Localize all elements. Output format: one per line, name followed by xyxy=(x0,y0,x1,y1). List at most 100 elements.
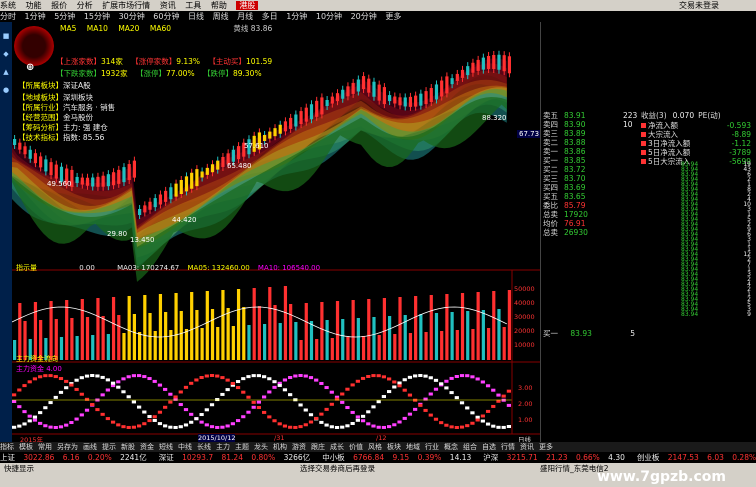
bottom-tab[interactable]: 组合 xyxy=(463,443,477,451)
candle-body[interactable] xyxy=(382,87,386,105)
candle-body[interactable] xyxy=(393,96,397,104)
candle-body[interactable] xyxy=(497,54,501,70)
menu-item-function[interactable]: 功能 xyxy=(26,1,42,10)
bottom-tab[interactable]: 长线 xyxy=(197,443,211,451)
candle-body[interactable] xyxy=(195,169,199,187)
candle-body[interactable] xyxy=(96,176,100,187)
status-mid[interactable]: 选择交易券商后再登录 xyxy=(300,465,375,473)
candle-body[interactable] xyxy=(33,153,38,164)
bottom-tab[interactable]: 短线 xyxy=(159,443,173,451)
candle-body[interactable] xyxy=(23,146,27,155)
candle-body[interactable] xyxy=(148,201,152,210)
candle-body[interactable] xyxy=(434,84,439,100)
period-tab[interactable]: 多日 xyxy=(262,12,278,21)
candle-body[interactable] xyxy=(289,117,293,129)
candle-body[interactable] xyxy=(471,62,475,73)
menu-item-quote[interactable]: 报价 xyxy=(51,1,67,10)
candle-body[interactable] xyxy=(101,175,105,187)
period-tab[interactable]: 20分钟 xyxy=(351,12,377,21)
menu-item-news[interactable]: 资讯 xyxy=(160,1,176,10)
candle-body[interactable] xyxy=(111,172,116,186)
candle-body[interactable] xyxy=(455,73,459,81)
candle-body[interactable] xyxy=(356,79,360,92)
candle-body[interactable] xyxy=(221,157,225,167)
candle-body[interactable] xyxy=(481,57,485,70)
bottom-tab[interactable]: 风格 xyxy=(368,443,382,451)
candle-body[interactable] xyxy=(138,209,142,215)
order-book-row[interactable]: 卖一 83.86 xyxy=(543,148,585,156)
bottom-tab[interactable]: 行情 xyxy=(501,443,515,451)
bottom-tab[interactable]: 画线 xyxy=(83,443,97,451)
candle-body[interactable] xyxy=(440,80,444,97)
candle-body[interactable] xyxy=(117,169,121,184)
candle-body[interactable] xyxy=(466,66,470,76)
order-book-row[interactable]: 买三 83.70 xyxy=(543,175,585,183)
candle-body[interactable] xyxy=(299,111,303,125)
candle-body[interactable] xyxy=(236,146,241,160)
candle-body[interactable] xyxy=(184,176,189,192)
candle-body[interactable] xyxy=(294,114,298,127)
candle-body[interactable] xyxy=(44,159,48,172)
strip-icon[interactable]: ◆ xyxy=(0,50,12,58)
candle-body[interactable] xyxy=(28,149,32,159)
candle-body[interactable] xyxy=(408,96,413,107)
bottom-tab[interactable]: 板块 xyxy=(387,443,401,451)
strip-icon[interactable]: ● xyxy=(0,86,12,94)
period-tab[interactable]: 60分钟 xyxy=(153,12,179,21)
candle-body[interactable] xyxy=(263,135,267,141)
menu-item-analysis[interactable]: 分析 xyxy=(77,1,93,10)
order-book-row[interactable]: 买一 83.85 xyxy=(543,157,585,165)
candle-body[interactable] xyxy=(320,97,324,115)
period-tab[interactable]: 5分钟 xyxy=(54,12,75,21)
candle-body[interactable] xyxy=(127,164,131,181)
bottom-tab[interactable]: 更多 xyxy=(539,443,553,451)
bottom-tab[interactable]: 机构 xyxy=(273,443,287,451)
bottom-tab[interactable]: 主力 xyxy=(216,443,230,451)
candle-body[interactable] xyxy=(351,82,355,94)
bottom-tab[interactable]: 另存为 xyxy=(57,443,78,451)
period-tab[interactable]: 周线 xyxy=(213,12,229,21)
bottom-tab[interactable]: 提示 xyxy=(102,443,116,451)
candle-body[interactable] xyxy=(75,176,79,183)
candle-body[interactable] xyxy=(476,59,480,71)
candle-body[interactable] xyxy=(210,164,215,173)
order-book-row[interactable]: 买二 83.72 xyxy=(543,166,585,174)
status-left[interactable]: 快捷显示 xyxy=(4,465,34,473)
candle-body[interactable] xyxy=(309,104,314,120)
candle-body[interactable] xyxy=(361,76,366,90)
candle-body[interactable] xyxy=(372,81,376,97)
candle-body[interactable] xyxy=(190,172,194,189)
period-tab[interactable]: 30分钟 xyxy=(119,12,145,21)
candle-body[interactable] xyxy=(158,194,163,205)
index-item[interactable]: 中小板 6766.84 9.15 0.39% 14.13 xyxy=(322,453,477,462)
candle-body[interactable] xyxy=(450,78,454,85)
index-item[interactable]: 上证 3022.86 6.16 0.20% 2241亿 xyxy=(0,453,153,462)
candle-body[interactable] xyxy=(80,177,84,185)
order-book-row[interactable]: 买四 83.69 xyxy=(543,184,585,192)
candle-body[interactable] xyxy=(445,76,449,94)
candle-body[interactable] xyxy=(414,95,418,107)
period-tab[interactable]: 日线 xyxy=(188,12,204,21)
menu-item-tools[interactable]: 工具 xyxy=(185,1,201,10)
strip-icon[interactable]: ■ xyxy=(0,32,12,40)
candle-body[interactable] xyxy=(419,93,423,106)
order-book-row[interactable]: 买五 83.65 xyxy=(543,193,585,201)
trade-login-status[interactable]: 交易未登录 xyxy=(679,0,719,11)
candle-body[interactable] xyxy=(106,174,110,187)
order-book-row[interactable]: 卖二 83.88 xyxy=(543,139,585,147)
candle-body[interactable] xyxy=(49,162,53,176)
candle-body[interactable] xyxy=(507,56,511,74)
bottom-tab[interactable]: 主题 xyxy=(235,443,249,451)
candle-body[interactable] xyxy=(268,131,272,139)
candle-body[interactable] xyxy=(231,149,235,162)
bottom-tab[interactable]: 地域 xyxy=(406,443,420,451)
period-tab[interactable]: 15分钟 xyxy=(84,12,110,21)
bottom-tab[interactable]: 价值 xyxy=(349,443,363,451)
bottom-tab[interactable]: 新股 xyxy=(121,443,135,451)
candle-body[interactable] xyxy=(39,156,43,168)
candle-body[interactable] xyxy=(486,55,491,69)
candle-body[interactable] xyxy=(460,69,465,78)
candle-body[interactable] xyxy=(377,84,381,101)
index-item[interactable]: 创业板 2147.53 6.03 0.28% xyxy=(637,453,756,462)
menu-item-extended-market[interactable]: 扩展市场行情 xyxy=(102,1,150,10)
